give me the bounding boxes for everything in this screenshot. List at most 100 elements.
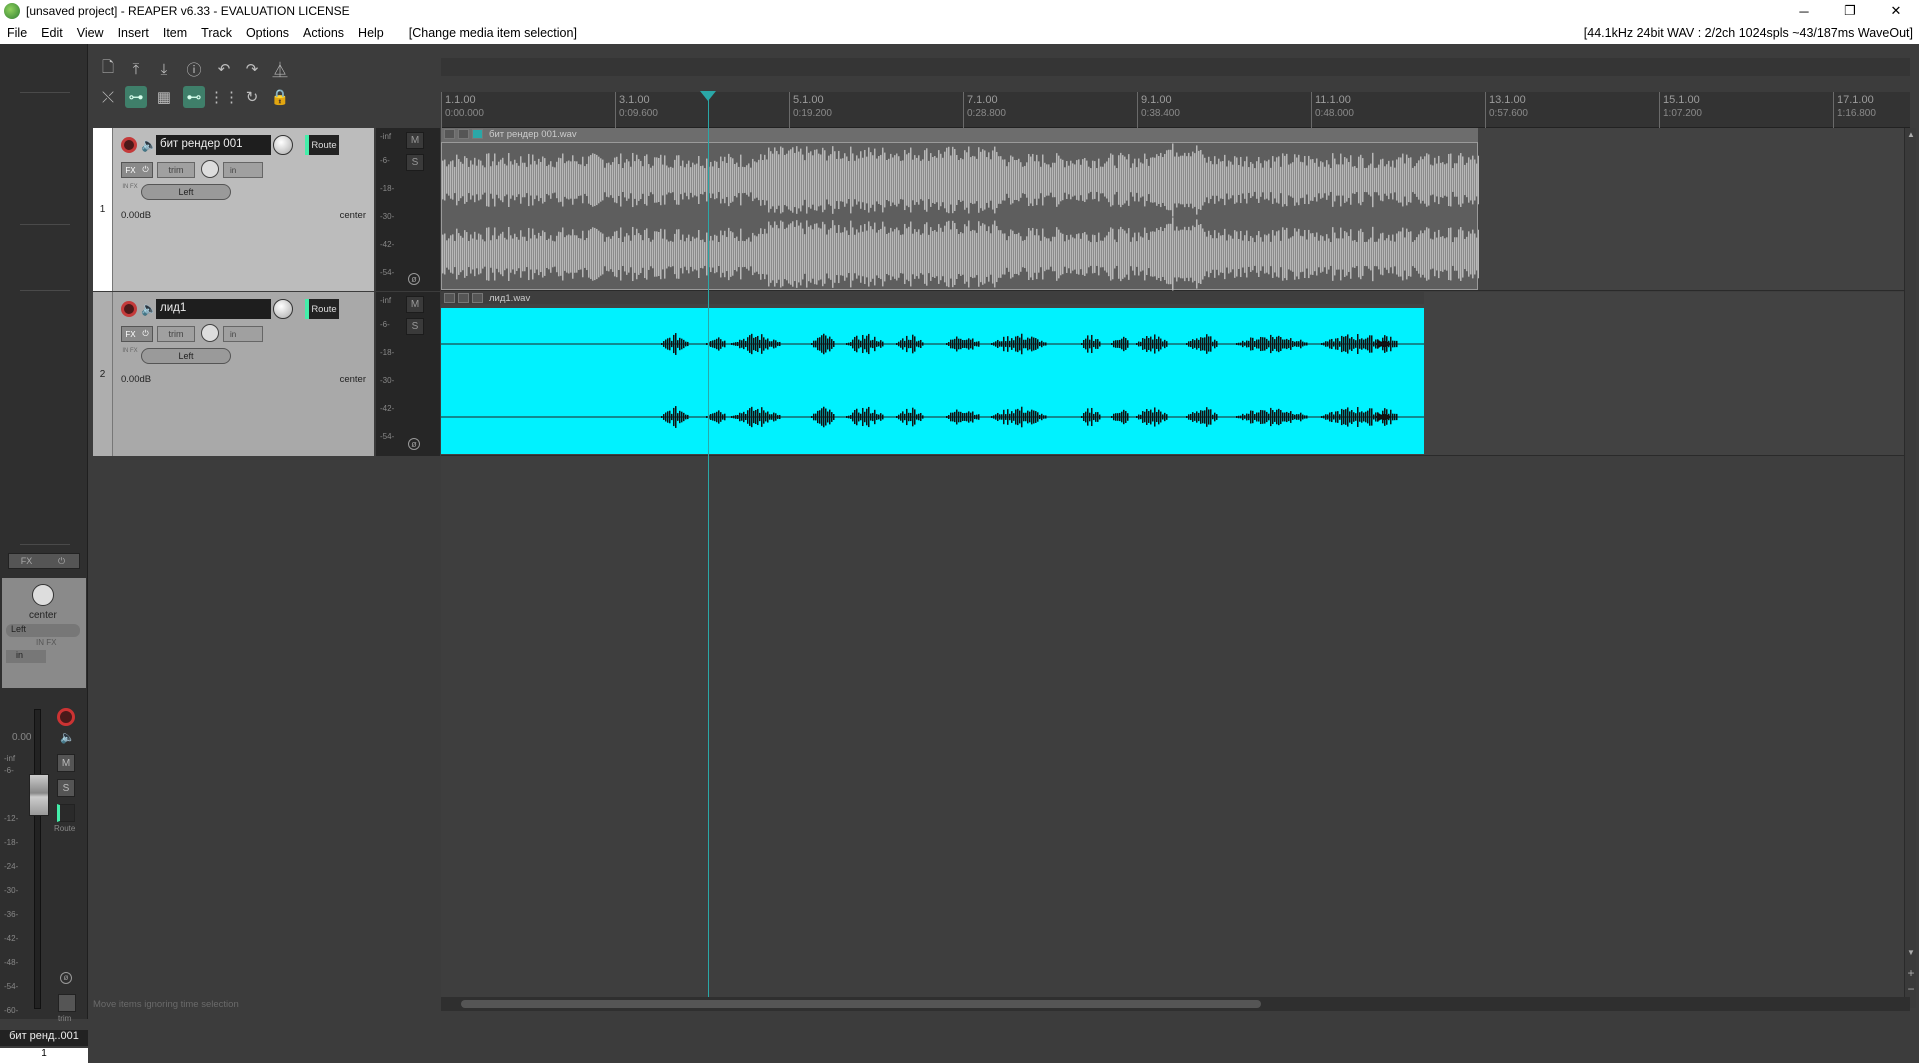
item-waveform[interactable] (441, 142, 1480, 291)
info-icon[interactable]: ⓘ (183, 58, 205, 80)
record-arm-button[interactable] (121, 137, 137, 153)
menu-file[interactable]: File (0, 26, 34, 40)
menu-edit[interactable]: Edit (34, 26, 70, 40)
menu-help[interactable]: Help (351, 26, 391, 40)
channel-select[interactable]: Left (141, 184, 231, 200)
minimize-button[interactable]: ─ (1781, 0, 1827, 22)
mixer-record-arm-button[interactable] (57, 708, 75, 726)
phase-invert-icon[interactable]: ø (60, 972, 72, 984)
snap-icon[interactable]: ⊷ (183, 86, 205, 108)
menu-options[interactable]: Options (239, 26, 296, 40)
input-select[interactable]: in (223, 162, 263, 178)
timeline-ruler[interactable]: 1.1.00 0:00.000 3.1.00 0:09.600 5.1.00 0… (441, 92, 1910, 128)
speaker-icon[interactable]: 🔈 (141, 301, 157, 317)
mixer-track-name[interactable]: бит ренд..001 (0, 1030, 88, 1046)
scroll-down-icon[interactable]: ▼ (1906, 948, 1916, 958)
route-button[interactable]: Route (305, 299, 339, 319)
mixer-volume-fader[interactable] (29, 774, 49, 816)
zoom-out-icon[interactable]: − (1906, 982, 1916, 996)
lock-icon[interactable]: 🔒 (269, 86, 291, 108)
loop-icon[interactable]: ↻ (241, 86, 263, 108)
mixer-route-button[interactable] (57, 804, 75, 822)
restore-button[interactable]: ❐ (1827, 0, 1873, 22)
item-lock-icon[interactable] (444, 129, 455, 139)
window-title: [unsaved project] - REAPER v6.33 - EVALU… (26, 4, 350, 18)
item-fx-icon[interactable] (458, 293, 469, 303)
fx-button[interactable]: FX ⏻ (121, 326, 153, 342)
mixer-channel-select[interactable]: Left (6, 624, 80, 637)
grid-icon[interactable]: ▦ (153, 86, 175, 108)
menu-view[interactable]: View (70, 26, 111, 40)
mixer-input-select[interactable]: in (6, 650, 46, 663)
track-name-field[interactable]: лид1 (156, 299, 271, 319)
ruler-time-label: 1:16.800 (1837, 108, 1876, 119)
mixer-mute-button[interactable]: M (57, 754, 75, 772)
vertical-scrollbar[interactable]: ▲ ▼ + − (1904, 128, 1916, 1008)
edit-cursor[interactable] (708, 92, 709, 1000)
item-take-icon[interactable] (472, 293, 483, 303)
track-control-panel: 1 🔈 бит рендер 001 Route FX ⏻ trim in IN … (93, 128, 440, 458)
track-header-2[interactable]: 2 🔈 лид1 Route FX ⏻ trim in IN FX Left 0.… (93, 292, 440, 456)
meter-scale-label: -42- (380, 404, 395, 413)
ripple-icon[interactable]: ⤬ (97, 86, 119, 108)
input-select[interactable]: in (223, 326, 263, 342)
audio-device-status[interactable]: [44.1kHz 24bit WAV : 2/2ch 1024spls ~43/… (1584, 26, 1913, 40)
track-header-1[interactable]: 1 🔈 бит рендер 001 Route FX ⏻ trim in IN … (93, 128, 440, 291)
metronome-icon[interactable]: ⏅ (269, 58, 291, 80)
mute-button[interactable]: M (406, 132, 424, 149)
track-number[interactable]: 1 (93, 128, 112, 291)
mixer-pan-knob[interactable] (32, 584, 54, 606)
trim-button[interactable]: trim (157, 326, 195, 342)
mixer-trim-button[interactable] (58, 994, 76, 1012)
new-project-icon[interactable]: 🗋 (97, 58, 119, 80)
record-arm-button[interactable] (121, 301, 137, 317)
track-number[interactable]: 2 (93, 292, 112, 456)
save-icon[interactable]: ⤓ (153, 58, 175, 80)
scrollbar-thumb[interactable] (461, 1000, 1261, 1008)
redo-icon[interactable]: ↷ (241, 58, 263, 80)
media-item-2[interactable]: лид1.wav (441, 292, 1424, 454)
menu-item[interactable]: Item (156, 26, 194, 40)
solo-button[interactable]: S (406, 154, 424, 171)
horizontal-scrollbar[interactable] (441, 997, 1910, 1011)
mixer-fx-button[interactable]: FX ⏻ (8, 553, 80, 569)
phase-invert-icon[interactable]: ø (408, 273, 420, 285)
menu-actions[interactable]: Actions (296, 26, 351, 40)
open-icon[interactable]: ⤒ (125, 58, 147, 80)
edit-cursor-head[interactable] (700, 91, 716, 101)
channel-select[interactable]: Left (141, 348, 231, 364)
pan-knob[interactable] (201, 160, 219, 178)
phase-invert-icon[interactable]: ø (408, 438, 420, 450)
mixer-divider (20, 544, 70, 545)
pan-knob[interactable] (201, 324, 219, 342)
route-button[interactable]: Route (305, 135, 339, 155)
grid-lines-icon[interactable]: ⋮⋮ (209, 86, 239, 108)
media-item-1[interactable]: бит рендер 001.wav (441, 128, 1480, 291)
volume-knob[interactable] (273, 135, 293, 155)
solo-button[interactable]: S (406, 318, 424, 335)
ruler-bar-label: 15.1.00 (1663, 94, 1700, 106)
trim-button[interactable]: trim (157, 162, 195, 178)
item-fx-icon[interactable] (458, 129, 469, 139)
undo-icon[interactable]: ↶ (213, 58, 235, 80)
item-lock-icon[interactable] (444, 293, 455, 303)
item-waveform[interactable] (441, 308, 1424, 454)
mute-button[interactable]: M (406, 296, 424, 313)
track-name-field[interactable]: бит рендер 001 (156, 135, 271, 155)
mixer-divider (20, 290, 70, 291)
item-take-icon[interactable] (472, 129, 483, 139)
zoom-in-icon[interactable]: + (1906, 966, 1916, 980)
volume-knob[interactable] (273, 299, 293, 319)
mixer-scale-label: -60- (4, 1006, 19, 1015)
close-button[interactable]: ✕ (1873, 0, 1919, 22)
mixer-route-label: Route (54, 824, 76, 833)
mixer-scale-label: -48- (4, 958, 19, 967)
link-icon[interactable]: ⊶ (125, 86, 147, 108)
mixer-solo-button[interactable]: S (57, 779, 75, 797)
menu-insert[interactable]: Insert (111, 26, 156, 40)
scroll-up-icon[interactable]: ▲ (1906, 130, 1916, 140)
fx-button[interactable]: FX ⏻ (121, 162, 153, 178)
speaker-icon[interactable]: 🔈 (141, 137, 157, 153)
mixer-scale-label: -18- (4, 838, 19, 847)
menu-track[interactable]: Track (194, 26, 239, 40)
